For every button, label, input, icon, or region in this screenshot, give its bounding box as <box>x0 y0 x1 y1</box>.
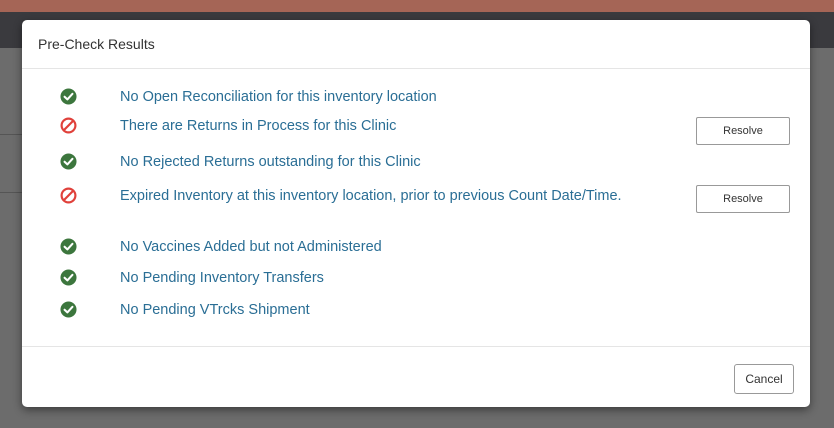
check-text: No Vaccines Added but not Administered <box>120 239 382 255</box>
check-circle-icon <box>60 153 77 170</box>
check-circle-icon <box>60 301 77 318</box>
environment-banner <box>0 0 834 12</box>
dialog-footer: Cancel <box>22 346 810 408</box>
prohibited-icon <box>60 117 77 134</box>
cancel-button[interactable]: Cancel <box>734 364 794 394</box>
check-circle-icon <box>60 88 77 105</box>
check-text: Expired Inventory at this inventory loca… <box>120 188 622 204</box>
resolve-expired-inventory-button[interactable]: Resolve <box>696 185 790 213</box>
background-divider <box>0 134 22 135</box>
check-text: No Open Reconciliation for this inventor… <box>120 89 437 105</box>
background-divider <box>0 192 22 193</box>
dialog-header: Pre-Check Results <box>22 20 810 69</box>
resolve-returns-button[interactable]: Resolve <box>696 117 790 145</box>
check-text: There are Returns in Process for this Cl… <box>120 118 397 134</box>
check-circle-icon <box>60 238 77 255</box>
prohibited-icon <box>60 187 77 204</box>
check-text: No Pending Inventory Transfers <box>120 270 324 286</box>
check-circle-icon <box>60 269 77 286</box>
dialog-title: Pre-Check Results <box>38 36 155 52</box>
check-text: No Rejected Returns outstanding for this… <box>120 154 421 170</box>
check-text: No Pending VTrcks Shipment <box>120 302 310 318</box>
pre-check-results-dialog: Pre-Check Results No Open Reconciliation… <box>22 20 810 407</box>
